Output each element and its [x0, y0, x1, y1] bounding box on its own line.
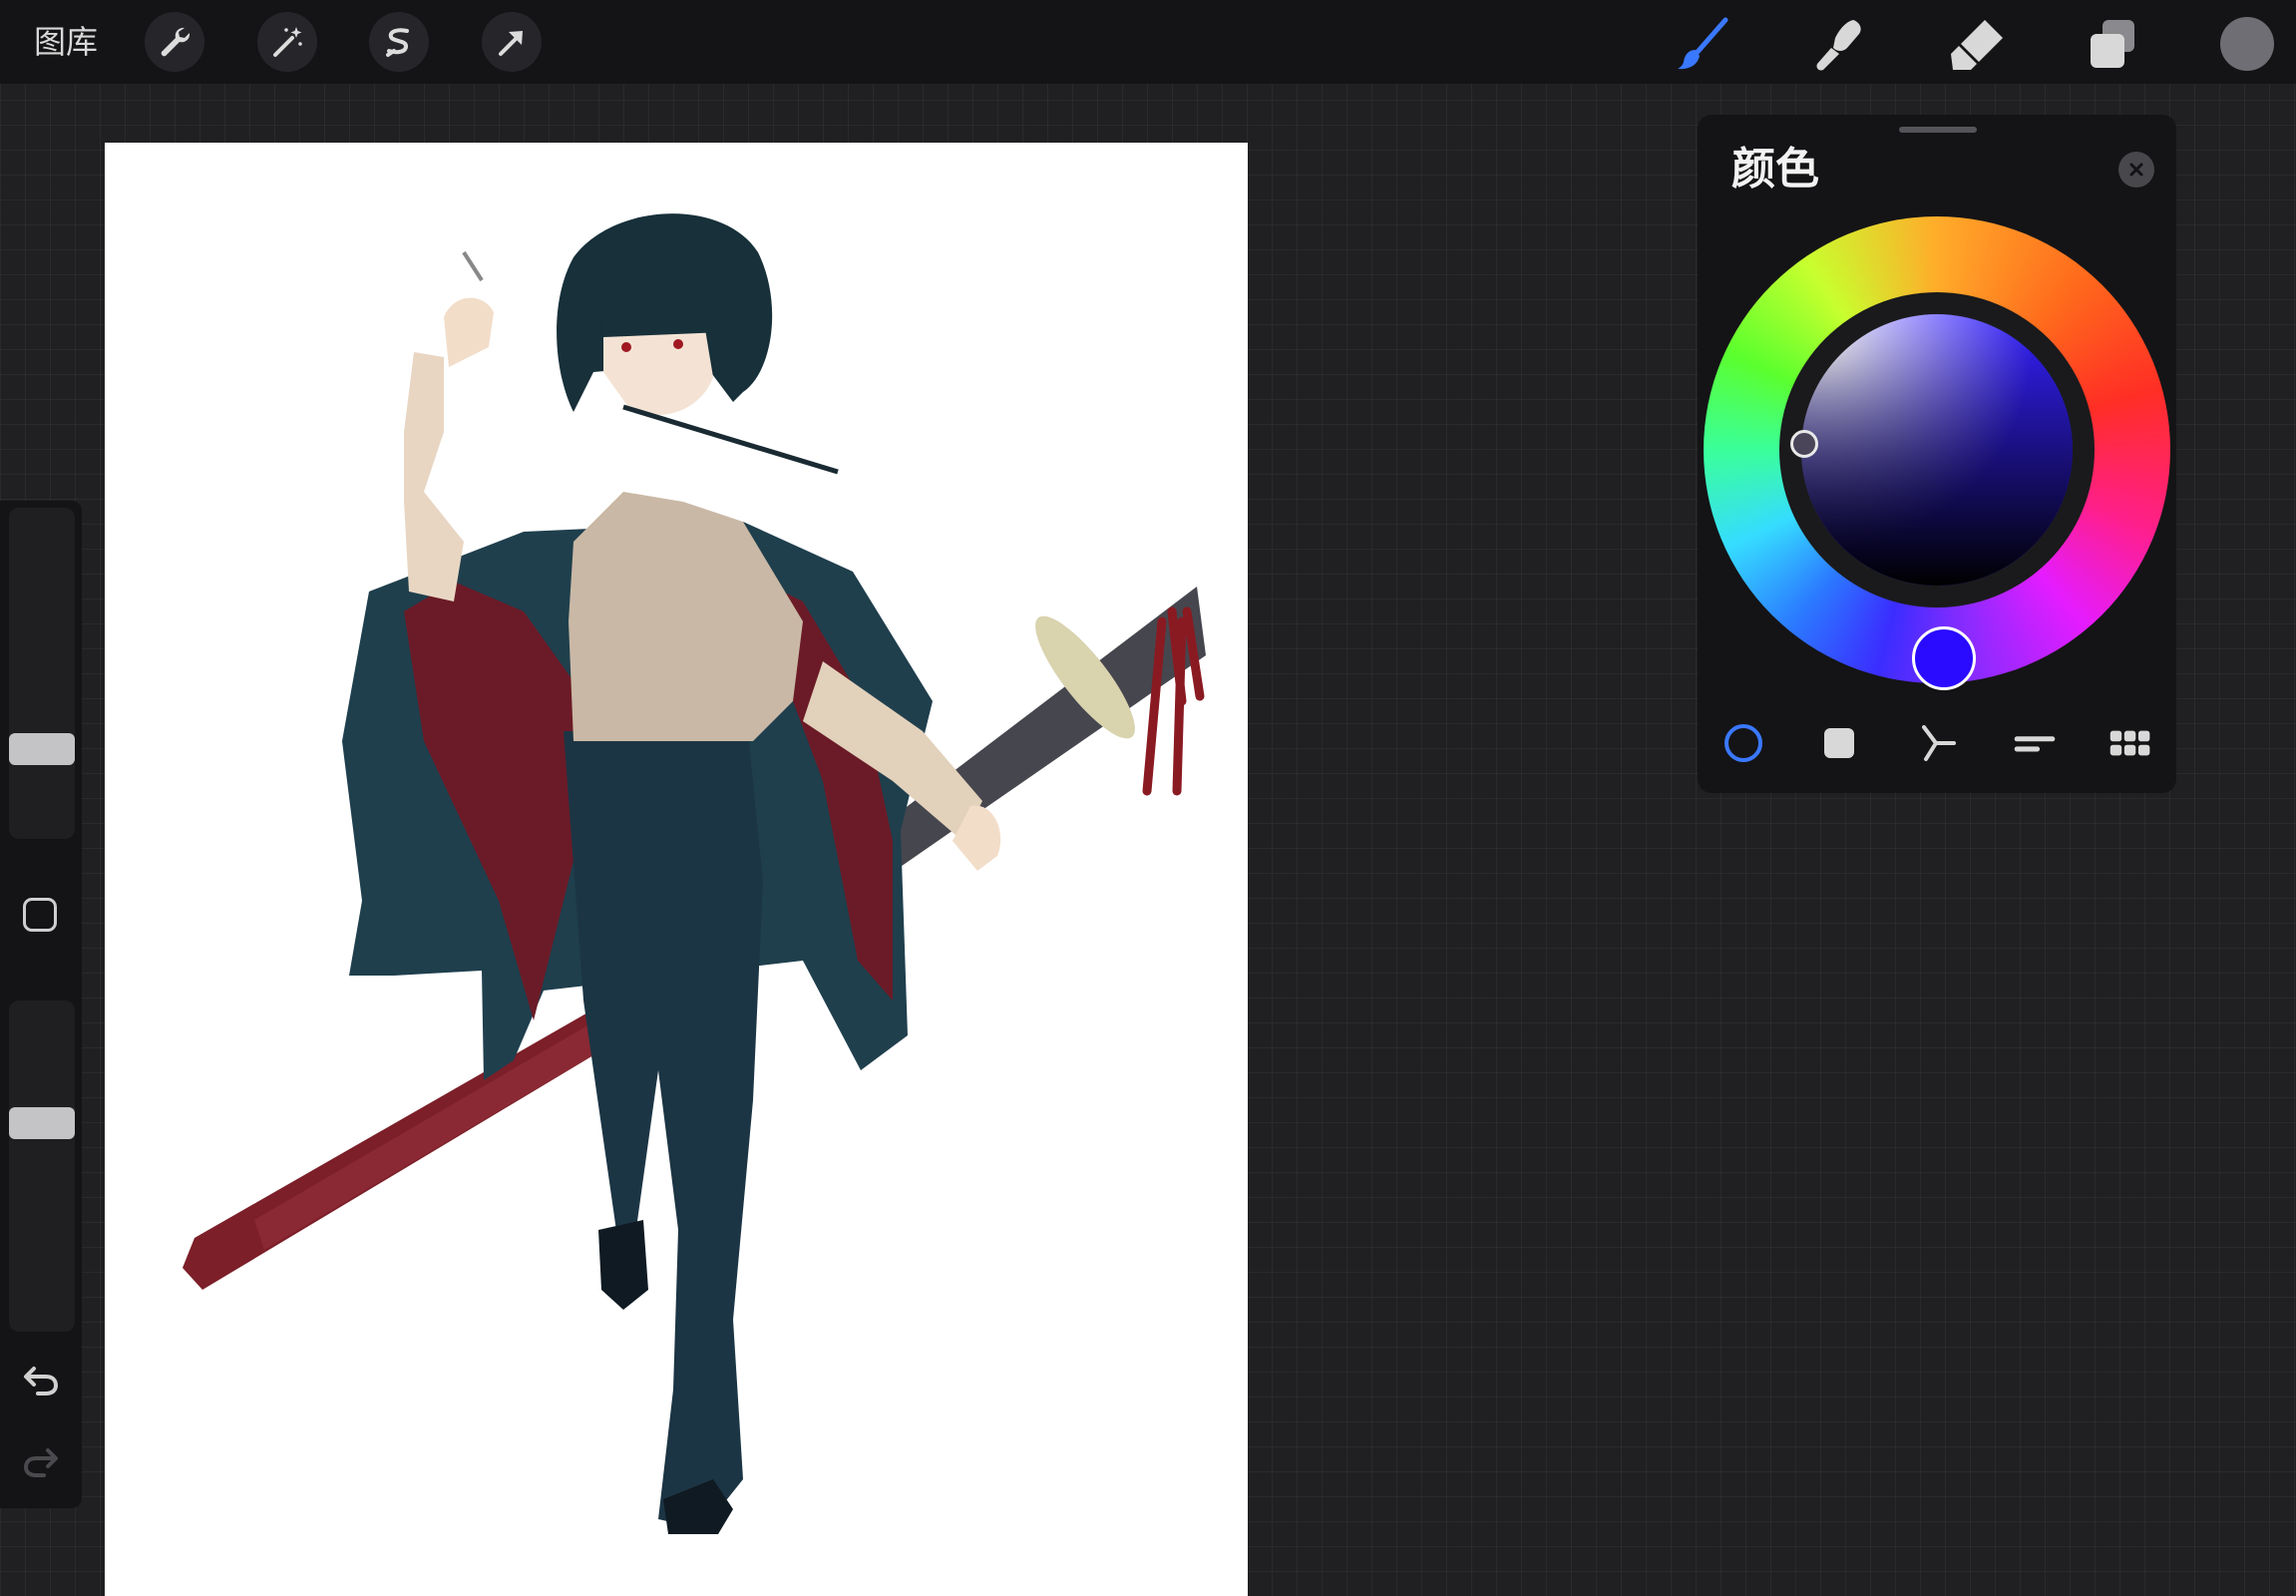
smudge-tool[interactable]: [1807, 12, 1871, 76]
redo-icon: [23, 1448, 58, 1477]
selection-s-icon: [386, 28, 409, 57]
hue-ring[interactable]: [1704, 216, 2170, 683]
disc-mode-icon: [1724, 724, 1762, 762]
panel-grabber[interactable]: [1899, 127, 1977, 133]
drawing-canvas[interactable]: [105, 143, 1248, 1596]
harmony-mode-icon: [1922, 725, 1956, 761]
transform-button[interactable]: [482, 12, 542, 72]
top-toolbar: 图库: [0, 0, 2296, 84]
hue-picker[interactable]: [1912, 626, 1976, 690]
palettes-mode-icon: [2109, 730, 2150, 756]
gallery-button[interactable]: 图库: [34, 22, 98, 62]
disc-well: [1779, 292, 2095, 607]
layers-icon: [2091, 20, 2134, 68]
side-toolbar: [0, 501, 82, 1508]
brush-tool[interactable]: [1672, 12, 1735, 76]
selection-button[interactable]: [369, 12, 429, 72]
right-arm: [404, 352, 464, 601]
eraser-icon: [1951, 20, 2003, 70]
undo-icon: [24, 1367, 59, 1396]
close-icon: [2129, 163, 2143, 177]
modify-button[interactable]: [23, 898, 57, 932]
color-panel: 颜色: [1698, 115, 2176, 793]
actions-button[interactable]: [145, 12, 204, 72]
mode-harmony[interactable]: [1916, 721, 1960, 765]
panel-title: 颜色: [1731, 144, 1819, 195]
opacity-thumb[interactable]: [9, 1107, 75, 1139]
close-button[interactable]: [2118, 152, 2154, 188]
mode-disc[interactable]: [1722, 721, 1765, 765]
transform-arrow-icon: [499, 31, 523, 56]
saturation-picker[interactable]: [1790, 430, 1818, 458]
magic-wand-icon: [273, 27, 302, 57]
pants: [564, 731, 763, 1529]
layers-tool[interactable]: [2081, 12, 2144, 76]
opacity-slider[interactable]: [9, 1000, 75, 1332]
brush-size-thumb[interactable]: [9, 733, 75, 765]
mode-classic[interactable]: [1817, 721, 1861, 765]
saturation-brightness-disc[interactable]: [1801, 314, 2073, 586]
mode-value[interactable]: [2013, 721, 2057, 765]
wrench-icon: [161, 27, 191, 57]
smudge-icon: [1816, 20, 1861, 71]
classic-mode-icon: [1824, 728, 1854, 758]
undo-button[interactable]: [20, 1359, 62, 1400]
value-mode-icon: [2014, 736, 2056, 752]
color-swatch[interactable]: [2220, 17, 2274, 71]
eraser-tool[interactable]: [1945, 12, 2009, 76]
shirt: [569, 492, 803, 741]
brush-icon: [1678, 17, 1728, 70]
redo-button[interactable]: [20, 1440, 62, 1482]
brush-size-slider[interactable]: [9, 508, 75, 839]
adjustments-button[interactable]: [257, 12, 317, 72]
artwork-illustration: [183, 213, 1206, 1534]
mode-palettes[interactable]: [2108, 721, 2152, 765]
